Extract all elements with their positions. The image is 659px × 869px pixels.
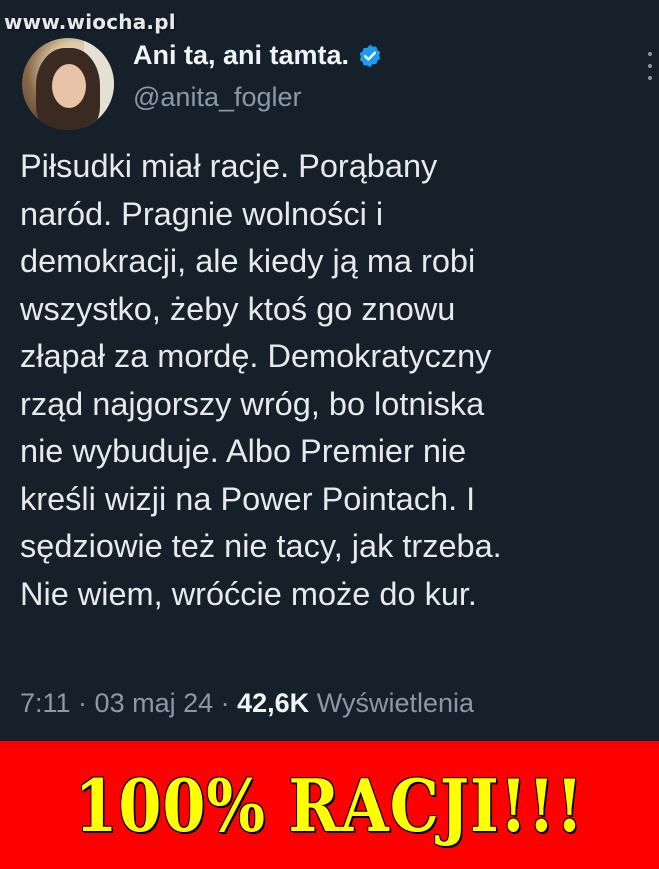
tweet-card: www.wiocha.pl Ani ta, ani tamta. @anita_… (0, 0, 659, 741)
verified-badge-icon (357, 43, 383, 69)
tweet-time[interactable]: 7:11 (20, 688, 71, 718)
views-label: Wyświetlenia (316, 688, 475, 718)
tweet-date[interactable]: 03 maj 24 (95, 688, 214, 718)
caption-banner: 100% RACJI!!! (0, 741, 659, 869)
author-name-row: Ani ta, ani tamta. (133, 40, 383, 71)
meta-separator: · (213, 688, 238, 718)
avatar[interactable] (22, 38, 114, 130)
tweet-meta: 7:11 · 03 maj 24 · 42,6K Wyświetlenia (20, 688, 474, 719)
views-count: 42,6K (237, 688, 310, 718)
site-watermark: www.wiocha.pl (4, 10, 176, 34)
user-handle[interactable]: @anita_fogler (133, 82, 302, 113)
more-options-icon[interactable] (645, 46, 655, 86)
meta-separator: · (70, 688, 95, 718)
display-name[interactable]: Ani ta, ani tamta. (133, 40, 349, 71)
tweet-text: Piłsudki miał racje. Porąbany naród. Pra… (20, 148, 502, 612)
banner-text: 100% RACJI!!! (74, 762, 585, 848)
avatar-face (52, 64, 86, 108)
